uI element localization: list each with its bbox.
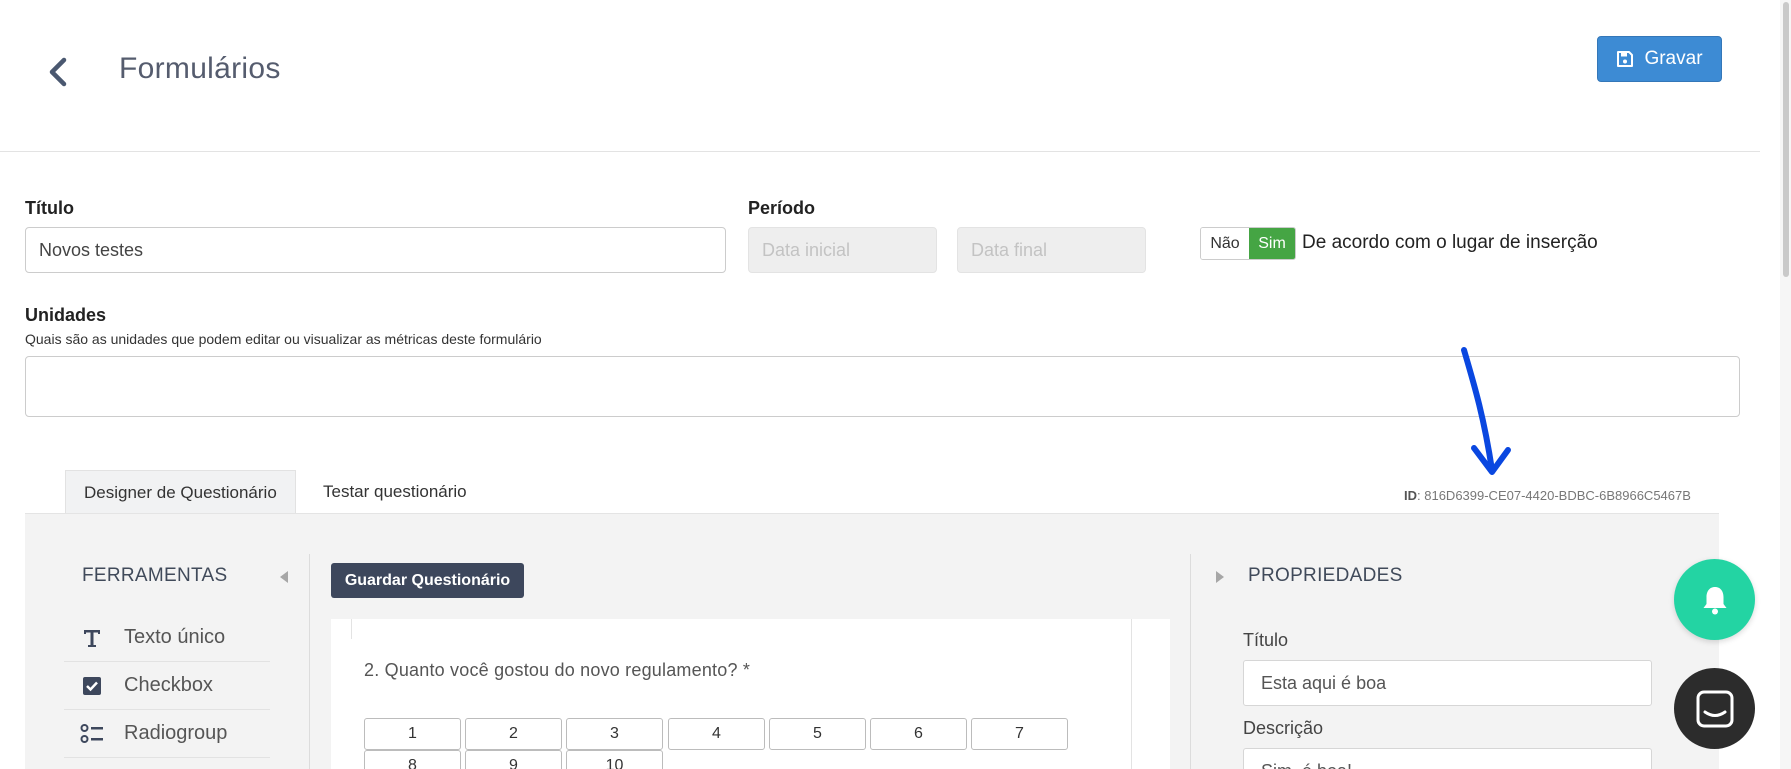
page-title: Formulários <box>119 52 281 85</box>
checkbox-icon <box>70 676 114 696</box>
rating-option[interactable]: 8 <box>364 750 461 769</box>
chat-button[interactable] <box>1674 668 1755 749</box>
placement-toggle[interactable]: Não Sim <box>1200 227 1296 260</box>
save-questionnaire-button[interactable]: Guardar Questionário <box>331 563 524 598</box>
toggle-option-no[interactable]: Não <box>1201 228 1249 259</box>
units-label: Unidades <box>25 305 107 325</box>
start-date-placeholder: Data inicial <box>762 239 851 260</box>
back-button[interactable] <box>38 52 78 92</box>
rating-option[interactable]: 4 <box>668 718 765 750</box>
bell-icon <box>1703 586 1726 614</box>
question-title[interactable]: 2. Quanto você gostou do novo regulament… <box>364 660 750 681</box>
canvas-inner-border-left <box>351 619 352 639</box>
toggle-description: De acordo com o lugar de inserção <box>1302 232 1598 253</box>
property-title-input[interactable]: Esta aqui é boa <box>1243 660 1652 706</box>
caret-right-icon[interactable] <box>1214 569 1226 585</box>
tool-item-label: Texto único <box>124 626 226 648</box>
tool-item-checkbox[interactable]: Checkbox <box>64 662 270 710</box>
tool-item-text[interactable]: Texto único <box>64 614 270 662</box>
floppy-disk-icon <box>1617 51 1634 67</box>
radiogroup-icon <box>70 723 114 745</box>
text-icon <box>70 628 114 648</box>
tools-divider <box>309 554 310 769</box>
tool-item-label: Checkbox <box>124 674 213 696</box>
tool-item-label: Radiogroup <box>124 722 228 744</box>
form-id-value: 816D6399-CE07-4420-BDBC-6B8966C5467B <box>1424 488 1691 503</box>
save-button[interactable]: Gravar <box>1597 36 1722 82</box>
title-input-value: Novos testes <box>39 239 144 260</box>
end-date-input[interactable]: Data final <box>957 227 1146 273</box>
form-id: ID: 816D6399-CE07-4420-BDBC-6B8966C5467B <box>1404 488 1691 503</box>
property-description-label: Descrição <box>1243 718 1324 738</box>
end-date-placeholder: Data final <box>971 239 1048 260</box>
property-title-value: Esta aqui é boa <box>1261 672 1387 693</box>
tools-title: FERRAMENTAS <box>82 565 228 586</box>
caret-left-icon[interactable] <box>278 569 290 585</box>
property-description-value: Sim, é boa! <box>1261 761 1352 769</box>
notifications-button[interactable] <box>1674 559 1755 640</box>
rating-option[interactable]: 1 <box>364 718 461 750</box>
properties-title: PROPRIEDADES <box>1248 565 1403 586</box>
tab-designer[interactable]: Designer de Questionário <box>65 470 296 514</box>
rating-option[interactable]: 7 <box>971 718 1068 750</box>
canvas-inner-border <box>1131 619 1132 769</box>
rating-option[interactable]: 10 <box>566 750 663 769</box>
annotation-arrow-icon <box>1461 347 1511 475</box>
property-title-label: Título <box>1243 630 1289 650</box>
property-description-input[interactable]: Sim, é boa! <box>1243 748 1652 769</box>
properties-divider <box>1190 554 1191 769</box>
save-button-label: Gravar <box>1644 48 1703 69</box>
rating-option[interactable]: 9 <box>465 750 562 769</box>
rating-option[interactable]: 6 <box>870 718 967 750</box>
page-header: Formulários Gravar <box>0 0 1760 152</box>
rating-option[interactable]: 5 <box>769 718 866 750</box>
tab-test-questionnaire[interactable]: Testar questionário <box>305 470 485 514</box>
chevron-left-icon <box>49 57 67 87</box>
page-scrollbar-thumb[interactable] <box>1783 2 1789 277</box>
start-date-input[interactable]: Data inicial <box>748 227 937 273</box>
form-id-label: ID <box>1404 488 1417 503</box>
chat-icon <box>1696 690 1733 727</box>
units-help-text: Quais são as unidades que podem editar o… <box>25 331 542 347</box>
title-label: Título <box>25 198 74 218</box>
toggle-option-yes[interactable]: Sim <box>1249 228 1295 259</box>
rating-option[interactable]: 2 <box>465 718 562 750</box>
period-label: Período <box>748 198 816 218</box>
title-input[interactable]: Novos testes <box>25 227 726 273</box>
rating-option[interactable]: 3 <box>566 718 663 750</box>
tool-item-radiogroup[interactable]: Radiogroup <box>64 710 270 758</box>
